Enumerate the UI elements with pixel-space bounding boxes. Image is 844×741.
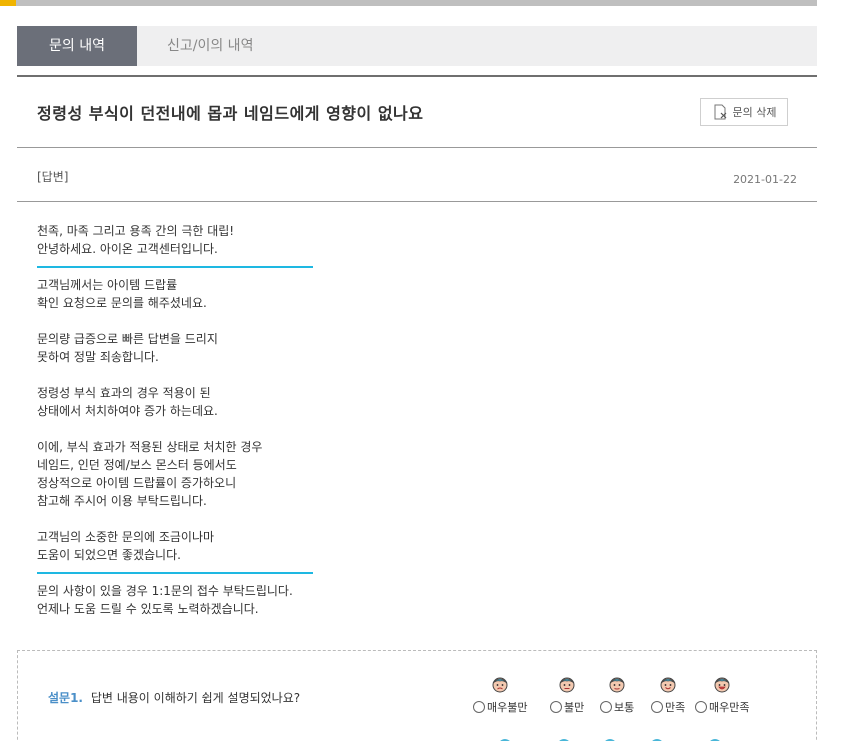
- delete-inquiry-label: 문의 삭제: [732, 106, 777, 119]
- face-icon: [652, 739, 662, 741]
- survey-question-1: 설문1. 답변 내용이 이해하기 쉽게 설명되었나요?: [48, 689, 300, 706]
- neutral-face-icon: [609, 677, 625, 693]
- face-icon: [605, 739, 615, 741]
- tab-report-history[interactable]: 신고/이의 내역: [137, 26, 253, 66]
- question-title: 정령성 부식이 던전내에 몹과 네임드에게 영향이 없나요: [37, 104, 424, 123]
- rating-label: 만족: [665, 701, 686, 714]
- delete-document-icon: [712, 104, 728, 120]
- rating-option-satisfied: 만족: [651, 675, 685, 715]
- rating-label: 매우불만: [487, 701, 528, 714]
- tab-bar: 문의 내역 신고/이의 내역: [17, 26, 817, 66]
- divider: [17, 201, 817, 202]
- survey-box: 설문1. 답변 내용이 이해하기 쉽게 설명되었나요? 매우불만 불만 보통 만…: [17, 650, 817, 741]
- rating-label: 보통: [614, 701, 635, 714]
- rating-radio[interactable]: [695, 701, 707, 713]
- answer-paragraph: 정령성 부식 효과의 경우 적용이 된 상태에서 처치하여야 증가 하는데요.: [37, 386, 218, 418]
- divider: [17, 147, 817, 148]
- top-accent-bar: [0, 0, 817, 6]
- answer-greeting: 천족, 마족 그리고 용족 간의 극한 대립! 안녕하세요. 아이온 고객센터입…: [37, 224, 235, 256]
- answer-tag: [답변]: [37, 170, 69, 184]
- rating-radio[interactable]: [651, 701, 663, 713]
- satisfied-face-icon: [660, 677, 676, 693]
- rating-option-very-satisfied: 매우만족: [695, 675, 749, 715]
- face-icon: [500, 739, 510, 741]
- very-satisfied-face-icon: [714, 677, 730, 693]
- answer-closing: 문의 사항이 있을 경우 1:1문의 접수 부탁드립니다. 언제나 도움 드릴 …: [37, 584, 293, 616]
- rating-options: 매우불만 불만 보통 만족 매우만족: [473, 675, 773, 735]
- face-icon: [710, 739, 720, 741]
- answer-paragraph: 고객님께서는 아이템 드랍률 확인 요청으로 문의를 해주셨네요.: [37, 278, 207, 310]
- answer-paragraph: 이에, 부식 효과가 적용된 상태로 처치한 경우 네임드, 인던 정예/보스 …: [37, 440, 263, 508]
- answer-body: 천족, 마족 그리고 용족 간의 극한 대립! 안녕하세요. 아이온 고객센터입…: [37, 222, 313, 618]
- rating-radio[interactable]: [550, 701, 562, 713]
- accent-divider: [37, 572, 313, 574]
- rating-option-very-dissatisfied: 매우불만: [473, 675, 527, 715]
- rating-options-next-row: [473, 737, 773, 741]
- face-icon: [559, 739, 569, 741]
- rating-label: 불만: [564, 701, 585, 714]
- rating-option-neutral: 보통: [600, 675, 634, 715]
- survey-question-text: 답변 내용이 이해하기 쉽게 설명되었나요?: [90, 691, 301, 705]
- very-dissatisfied-face-icon: [492, 677, 508, 693]
- rating-option-dissatisfied: 불만: [550, 675, 584, 715]
- delete-inquiry-button[interactable]: 문의 삭제: [700, 98, 788, 126]
- dissatisfied-face-icon: [559, 677, 575, 693]
- rating-label: 매우만족: [709, 701, 750, 714]
- answer-paragraph: 고객님의 소중한 문의에 조금이나마 도움이 되었으면 좋겠습니다.: [37, 530, 215, 562]
- survey-question-number: 설문1.: [48, 691, 83, 705]
- rating-radio[interactable]: [600, 701, 612, 713]
- accent-divider: [37, 266, 313, 268]
- answer-paragraph: 문의량 급증으로 빠른 답변을 드리지 못하여 정말 죄송합니다.: [37, 332, 218, 364]
- divider: [17, 75, 817, 77]
- answer-date: 2021-01-22: [733, 173, 797, 186]
- tab-inquiry-history[interactable]: 문의 내역: [17, 26, 137, 66]
- rating-radio[interactable]: [473, 701, 485, 713]
